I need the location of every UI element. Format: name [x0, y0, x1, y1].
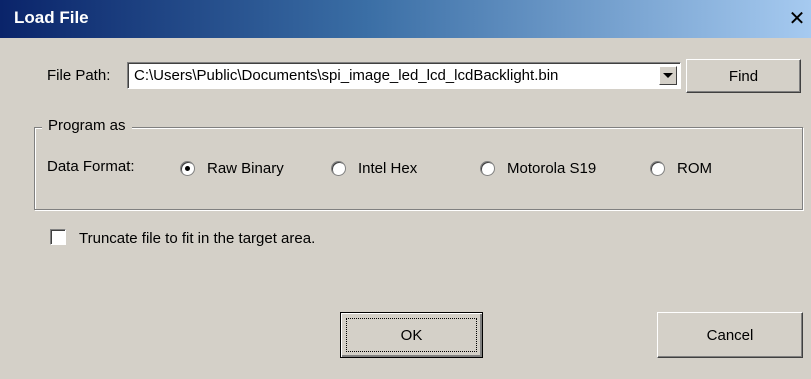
- close-icon: ✕: [788, 7, 806, 30]
- close-button[interactable]: ✕: [785, 6, 809, 30]
- ok-button-label: OK: [400, 326, 423, 344]
- find-button-label: Find: [728, 67, 759, 85]
- file-path-label: File Path:: [47, 67, 111, 84]
- ok-button[interactable]: OK: [340, 312, 483, 358]
- program-as-title: Program as: [42, 117, 132, 134]
- radio-rom[interactable]: ROM: [650, 157, 712, 179]
- radio-label: Motorola S19: [507, 159, 597, 177]
- radio-button: [331, 160, 346, 176]
- radio-intel-hex[interactable]: Intel Hex: [331, 157, 417, 179]
- title-bar: Load File ✕: [0, 0, 811, 38]
- radio-label: ROM: [677, 159, 712, 177]
- radio-button: [180, 160, 195, 176]
- radio-label: Raw Binary: [207, 159, 284, 177]
- dialog-title: Load File: [14, 8, 89, 27]
- chevron-down-icon: [663, 73, 673, 78]
- truncate-checkbox[interactable]: [50, 229, 66, 245]
- radio-selected-dot: [185, 165, 190, 171]
- find-button[interactable]: Find: [686, 59, 801, 93]
- cancel-button-label: Cancel: [706, 326, 754, 344]
- data-format-label: Data Format:: [47, 158, 135, 175]
- dropdown-button[interactable]: [659, 66, 677, 85]
- radio-motorola-s19[interactable]: Motorola S19: [480, 157, 596, 179]
- radio-button: [480, 160, 495, 176]
- cancel-button[interactable]: Cancel: [657, 312, 803, 358]
- radio-raw-binary[interactable]: Raw Binary: [180, 157, 284, 179]
- file-path-combobox[interactable]: C:\Users\Public\Documents\spi_image_led_…: [127, 62, 681, 89]
- radio-button: [650, 160, 665, 176]
- truncate-label: Truncate file to fit in the target area.: [79, 230, 316, 247]
- radio-label: Intel Hex: [358, 159, 418, 177]
- file-path-value: C:\Users\Public\Documents\spi_image_led_…: [134, 67, 559, 84]
